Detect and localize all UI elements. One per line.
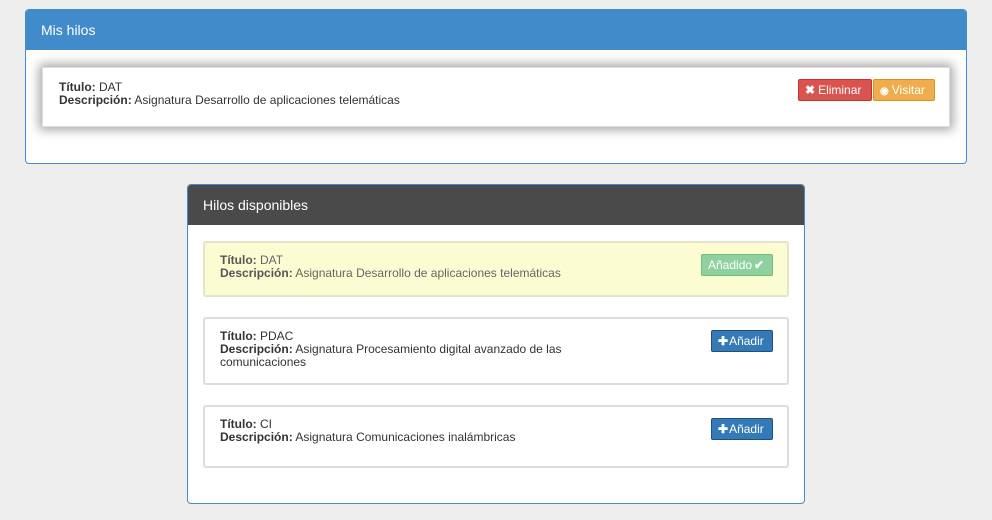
title-label: Título:: [59, 80, 96, 94]
thread-description: Asignatura Comunicaciones inalámbricas: [295, 430, 516, 444]
add-button-label: Añadir: [729, 334, 764, 348]
added-button-label: Añadido: [708, 258, 753, 272]
visit-button[interactable]: ◉ Visitar: [873, 79, 935, 101]
available-thread-card: Título: CI Descripción: Asignatura Comun…: [203, 405, 789, 468]
visit-button-label: Visitar: [891, 83, 925, 97]
times-icon: ✖: [805, 83, 816, 97]
thread-description: Asignatura Desarrollo de aplicaciones te…: [295, 266, 561, 280]
delete-button[interactable]: ✖ Eliminar: [798, 79, 872, 101]
my-threads-heading: Mis hilos: [26, 10, 966, 50]
description-label: Descripción:: [220, 430, 293, 444]
description-label: Descripción:: [59, 93, 132, 107]
title-label: Título:: [220, 417, 257, 431]
thread-title: DAT: [99, 80, 123, 94]
add-button[interactable]: ✚Añadir: [711, 330, 773, 352]
my-thread-card: Título: DAT Descripción: Asignatura Desa…: [42, 67, 950, 127]
thread-title: PDAC: [260, 329, 294, 343]
my-threads-panel: Mis hilos Título: DAT Descripción: Asign…: [25, 9, 967, 164]
check-icon: ✔: [754, 258, 765, 272]
added-button[interactable]: Añadido ✔: [701, 254, 773, 276]
title-label: Título:: [220, 253, 257, 267]
thread-description: Asignatura Desarrollo de aplicaciones te…: [134, 93, 400, 107]
thread-description-line: Descripción: Asignatura Desarrollo de ap…: [220, 267, 772, 280]
description-label: Descripción:: [220, 342, 293, 356]
camera-icon: ◉: [880, 86, 889, 97]
delete-button-label: Eliminar: [818, 83, 862, 97]
title-label: Título:: [220, 329, 257, 343]
thread-title: DAT: [260, 253, 284, 267]
available-threads-heading: Hilos disponibles: [188, 185, 804, 225]
available-thread-card-added: Título: DAT Descripción: Asignatura Desa…: [203, 241, 789, 297]
available-threads-panel: Hilos disponibles Título: DAT Descripció…: [187, 184, 805, 504]
thread-description-line: Descripción: Asignatura Procesamiento di…: [220, 343, 590, 369]
plus-icon: ✚: [718, 422, 729, 436]
add-button[interactable]: ✚Añadir: [711, 418, 773, 440]
add-button-label: Añadir: [729, 422, 764, 436]
plus-icon: ✚: [718, 334, 729, 348]
thread-title: CI: [260, 417, 272, 431]
thread-description-line: Descripción: Asignatura Comunicaciones i…: [220, 431, 772, 444]
description-label: Descripción:: [220, 266, 293, 280]
available-thread-card: Título: PDAC Descripción: Asignatura Pro…: [203, 317, 789, 385]
